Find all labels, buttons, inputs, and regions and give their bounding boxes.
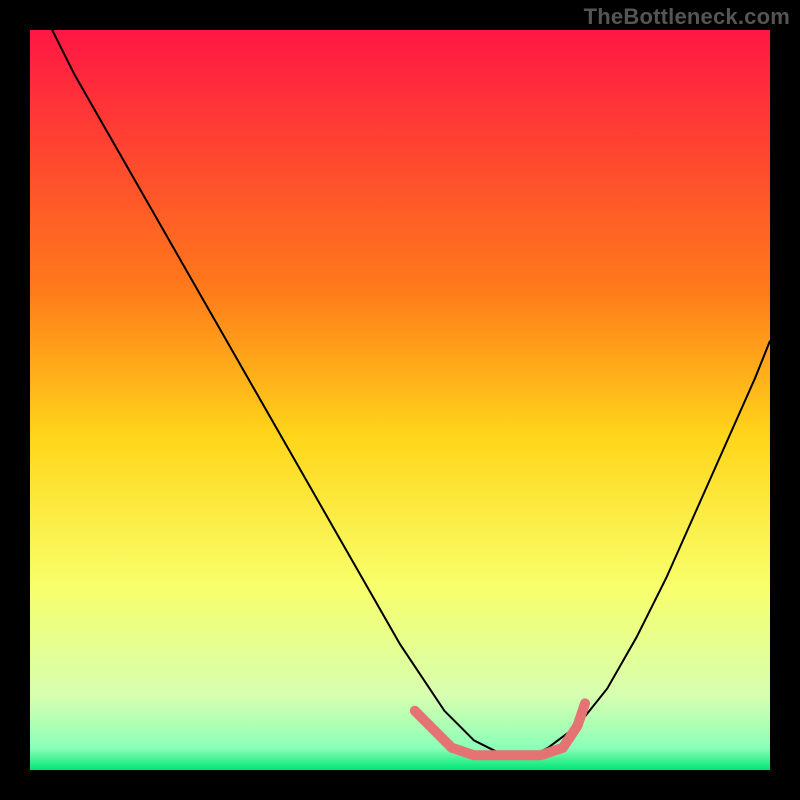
gradient-background bbox=[30, 30, 770, 770]
plot-svg bbox=[30, 30, 770, 770]
watermark-text: TheBottleneck.com bbox=[584, 4, 790, 30]
plot-area bbox=[30, 30, 770, 770]
chart-frame: TheBottleneck.com bbox=[0, 0, 800, 800]
